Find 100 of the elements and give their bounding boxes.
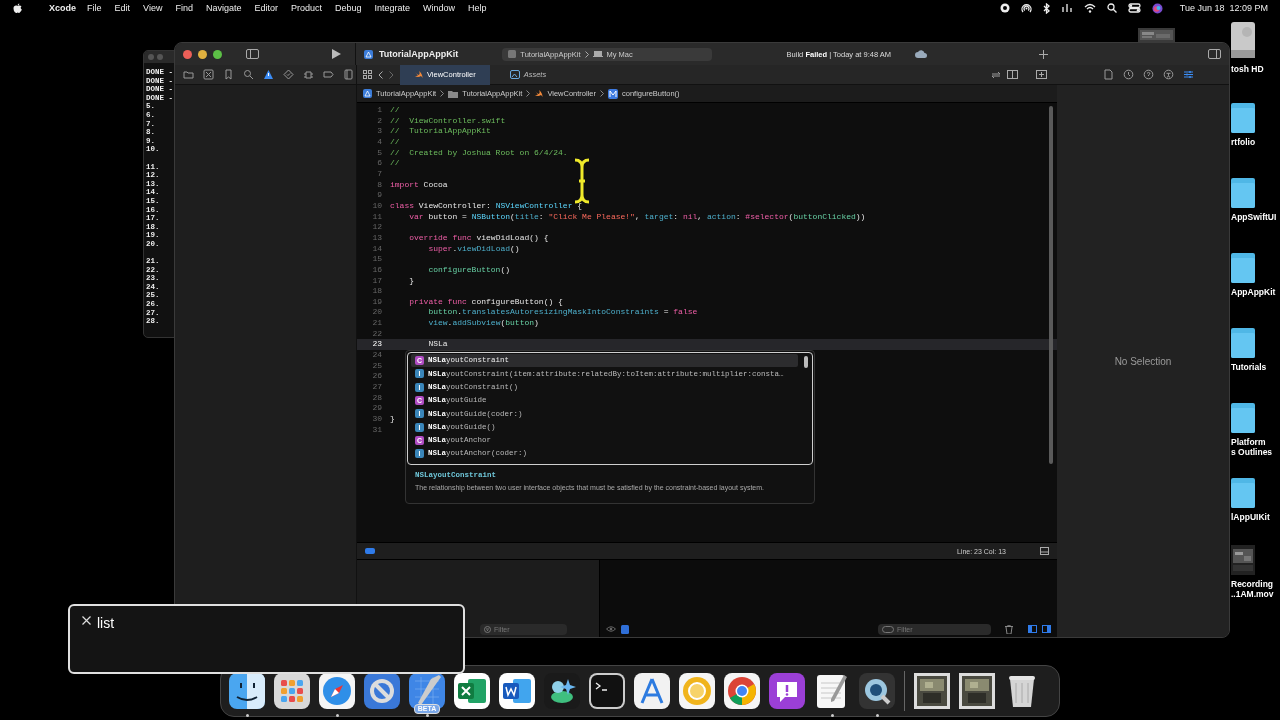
record-icon[interactable] — [999, 3, 1010, 13]
line-number: 14 — [371, 243, 382, 255]
eye-icon[interactable] — [606, 626, 616, 632]
desktop-item-label[interactable]: Tutorials — [1231, 362, 1267, 372]
search-icon[interactable] — [1106, 3, 1117, 13]
code-line: // — [390, 105, 400, 116]
line-number: 16 — [371, 264, 382, 276]
trash-icon[interactable] — [1005, 624, 1013, 634]
grid-icon[interactable] — [363, 70, 372, 79]
line-number: 17 — [371, 275, 382, 287]
minimize-window-button[interactable] — [198, 49, 207, 59]
line-number: 31 — [371, 424, 382, 436]
help-tab-icon[interactable] — [1142, 69, 1154, 80]
report-tab-icon[interactable] — [343, 69, 354, 80]
forward-icon[interactable] — [389, 70, 394, 79]
file-tab-icon[interactable] — [1102, 69, 1114, 80]
spreadsheet-icon[interactable] — [454, 673, 490, 709]
search-tab-icon[interactable] — [243, 69, 254, 80]
desktop-item-label[interactable]: tosh HD — [1231, 64, 1264, 74]
cloud-icon[interactable] — [915, 50, 927, 58]
airdrop-icon[interactable] — [1020, 3, 1032, 13]
app-menu[interactable]: Xcode — [49, 3, 76, 13]
face-icon[interactable] — [229, 673, 265, 709]
code-line: } — [408, 275, 414, 287]
debug-tab-icon[interactable] — [303, 69, 314, 80]
desktop-item-label[interactable]: AppSwiftUI — [1231, 212, 1277, 222]
issue-tab-icon[interactable] — [263, 69, 274, 80]
add-editor-icon[interactable] — [1036, 70, 1047, 79]
terminal-icon[interactable] — [589, 673, 625, 709]
menu-item[interactable]: File — [87, 3, 102, 13]
browser-wheel-icon[interactable] — [724, 673, 760, 709]
menu-item[interactable]: Integrate — [374, 3, 411, 13]
notepad-pen-icon[interactable] — [814, 673, 850, 709]
desktop-item-label[interactable]: Platform s Outlines — [1231, 437, 1273, 457]
line-number: 15 — [371, 254, 382, 265]
line-number: 18 — [371, 286, 382, 297]
right-panel-icon[interactable] — [1042, 625, 1051, 633]
compass-icon[interactable] — [319, 673, 355, 709]
add-icon[interactable] — [1039, 49, 1048, 59]
run-icon[interactable] — [332, 49, 341, 59]
desktop-item-label[interactable]: lAppUIKit — [1231, 512, 1270, 522]
refresh-icon[interactable] — [991, 70, 1001, 79]
menu-item[interactable]: Window — [423, 3, 456, 13]
line-number: 24 — [371, 350, 382, 361]
menu-item[interactable]: Editor — [254, 3, 278, 13]
drafting-tool-icon[interactable] — [634, 673, 670, 709]
close-window-button[interactable] — [183, 49, 192, 59]
panel-icon[interactable] — [1040, 547, 1049, 555]
code-line: configureButton() — [427, 264, 511, 276]
sidebar-toggle-icon[interactable] — [246, 49, 259, 59]
line-number: 1 — [376, 105, 382, 116]
wifi-icon[interactable] — [1083, 3, 1096, 13]
back-icon[interactable] — [378, 70, 383, 79]
debug-toggle-icon[interactable] — [365, 548, 375, 554]
document-icon[interactable] — [499, 673, 535, 709]
source-control-tab-icon[interactable] — [203, 69, 214, 80]
folder-tab-icon[interactable] — [183, 69, 194, 80]
apple-menu-icon[interactable] — [13, 3, 22, 13]
desktop-item-label[interactable]: rtfolio — [1231, 137, 1256, 147]
menu-item[interactable]: Find — [175, 3, 193, 13]
menu-item[interactable]: Product — [290, 3, 322, 13]
line-number: 8 — [376, 179, 382, 191]
history-tab-icon[interactable] — [1122, 69, 1134, 80]
menu-bar-clock[interactable]: Tue Jun 18 12:09 PM — [1179, 3, 1268, 13]
left-panel-icon[interactable] — [1028, 625, 1037, 633]
zoom-window-button[interactable] — [213, 49, 222, 59]
menu-item[interactable]: Edit — [114, 3, 131, 13]
code-line: view.addSubview(button) — [427, 318, 539, 329]
close-icon[interactable] — [82, 616, 91, 625]
test-tab-icon[interactable] — [283, 69, 294, 80]
network-icon[interactable] — [1060, 3, 1073, 13]
swift-file-icon — [534, 89, 544, 98]
control-center-icon[interactable] — [1127, 3, 1141, 13]
code-line: // TutorialAppAppKit — [390, 126, 491, 137]
scrollbar-thumb[interactable] — [1049, 106, 1053, 464]
accessibility-tab-icon[interactable] — [1162, 69, 1174, 80]
attributes-tab-icon[interactable] — [1182, 69, 1194, 80]
q-lens-icon[interactable] — [859, 673, 895, 709]
menu-item[interactable]: Help — [468, 3, 487, 13]
desktop-item-label[interactable]: AppAppKit — [1231, 287, 1276, 297]
bluetooth-icon[interactable] — [1042, 2, 1050, 14]
ring-app-icon[interactable] — [679, 673, 715, 709]
variable-view-icon[interactable] — [621, 624, 629, 634]
bookmark-tab-icon[interactable] — [223, 69, 234, 80]
exclamation-bubble-icon[interactable] — [769, 673, 805, 709]
app-grid-icon[interactable] — [274, 673, 310, 709]
prohibited-sign-icon[interactable] — [364, 673, 400, 709]
breakpoint-tab-icon[interactable] — [323, 69, 334, 80]
folder-icon — [1231, 178, 1255, 208]
menu-item[interactable]: View — [143, 3, 163, 13]
inspector-toggle-icon[interactable] — [1208, 49, 1221, 59]
code-line: } — [390, 414, 395, 425]
menu-item[interactable]: Debug — [335, 3, 362, 13]
line-number: 28 — [371, 392, 382, 404]
menu-item[interactable]: Navigate — [205, 3, 242, 13]
code-line: var button = NSButton(title: "Click Me Please!", target: nil, action: #selector(buttonClicked)) — [408, 211, 866, 223]
siri-icon[interactable] — [1151, 2, 1163, 14]
split-icon[interactable] — [1007, 70, 1018, 79]
desktop-item-label[interactable]: Recording ..1AM.mov — [1231, 579, 1274, 599]
scrollbar-thumb[interactable] — [804, 356, 808, 368]
